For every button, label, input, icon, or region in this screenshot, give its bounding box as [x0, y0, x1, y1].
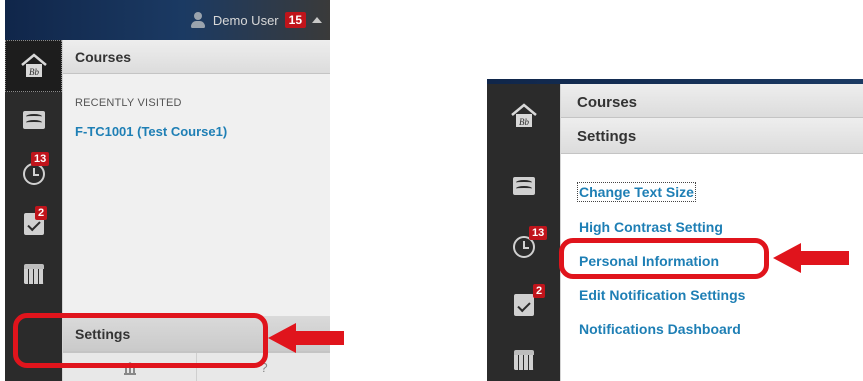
user-icon	[189, 11, 207, 29]
clock-icon	[22, 163, 45, 185]
rail-item-activity[interactable]	[487, 166, 560, 206]
settings-panel: Courses Settings Change Text Size High C…	[560, 84, 863, 381]
rail-item-due-dates[interactable]: 13	[5, 152, 62, 196]
svg-text:Bb: Bb	[29, 67, 39, 77]
grades-icon	[513, 294, 534, 316]
settings-highlight-box	[13, 313, 268, 368]
callout-arrow-right-icon	[773, 243, 849, 273]
notifications-dashboard-link[interactable]: Notifications Dashboard	[579, 321, 741, 337]
home-icon: Bb	[510, 103, 537, 127]
change-text-size-link[interactable]: Change Text Size	[577, 182, 696, 202]
rail-item-calendar[interactable]	[487, 340, 560, 380]
callout-arrow-left-icon	[268, 323, 344, 353]
high-contrast-setting-link[interactable]: High Contrast Setting	[579, 219, 723, 235]
activity-stream-icon	[22, 111, 45, 129]
calendar-icon	[513, 350, 534, 370]
user-menu[interactable]: Demo User 15	[189, 11, 322, 29]
activity-stream-icon	[512, 177, 535, 195]
right-screenshot: Bb 13 2 Courses Settings Change Text Siz…	[487, 79, 863, 381]
nav-rail: Bb 13 2	[487, 84, 560, 381]
notification-count-badge: 15	[284, 12, 306, 28]
rail-item-grades[interactable]: 2	[487, 280, 560, 330]
user-name: Demo User	[212, 12, 279, 28]
rail-item-grades[interactable]: 2	[5, 202, 62, 246]
due-dates-badge: 13	[529, 226, 548, 240]
rail-item-due-dates[interactable]: 13	[487, 222, 560, 272]
home-icon: Bb	[20, 53, 47, 77]
edit-notification-settings-link[interactable]: Edit Notification Settings	[579, 287, 745, 303]
rail-item-home[interactable]: Bb	[487, 92, 560, 140]
rail-item-calendar[interactable]	[5, 254, 62, 294]
rail-item-activity[interactable]	[5, 100, 62, 140]
caret-up-icon	[312, 17, 322, 23]
grades-badge: 2	[533, 284, 546, 298]
personal-information-highlight-box	[559, 238, 769, 279]
rail-item-home[interactable]: Bb	[5, 40, 62, 92]
calendar-icon	[23, 264, 44, 284]
global-nav-bar: Demo User 15	[5, 0, 330, 40]
due-dates-badge: 13	[31, 152, 50, 166]
settings-header[interactable]: Settings	[561, 118, 863, 154]
courses-header[interactable]: Courses	[63, 40, 330, 74]
grades-badge: 2	[35, 206, 48, 220]
recently-visited-label: RECENTLY VISITED	[75, 97, 182, 109]
recent-course-link[interactable]: F-TC1001 (Test Course1)	[75, 124, 227, 139]
courses-header[interactable]: Courses	[561, 84, 863, 118]
svg-text:Bb: Bb	[519, 117, 529, 127]
